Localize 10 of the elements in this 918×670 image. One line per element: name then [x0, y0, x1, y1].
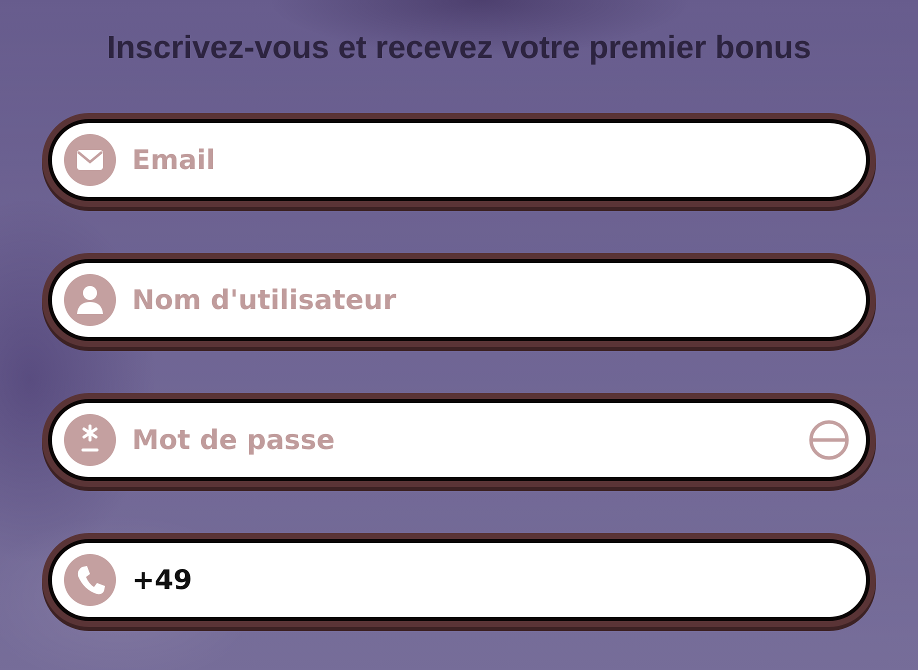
- password-field[interactable]: Mot de passe: [132, 420, 792, 460]
- form-title: Inscrivez-vous et recevez votre premier bonus: [106, 28, 812, 66]
- show-password-icon[interactable]: [808, 419, 850, 461]
- phone-field[interactable]: +49: [132, 560, 850, 600]
- username-field[interactable]: Nom d'utilisateur: [132, 280, 850, 320]
- asterisk-icon: [64, 414, 116, 466]
- user-icon: [64, 274, 116, 326]
- email-field[interactable]: Email: [132, 140, 850, 180]
- envelope-icon: [64, 134, 116, 186]
- phone-icon: [64, 554, 116, 606]
